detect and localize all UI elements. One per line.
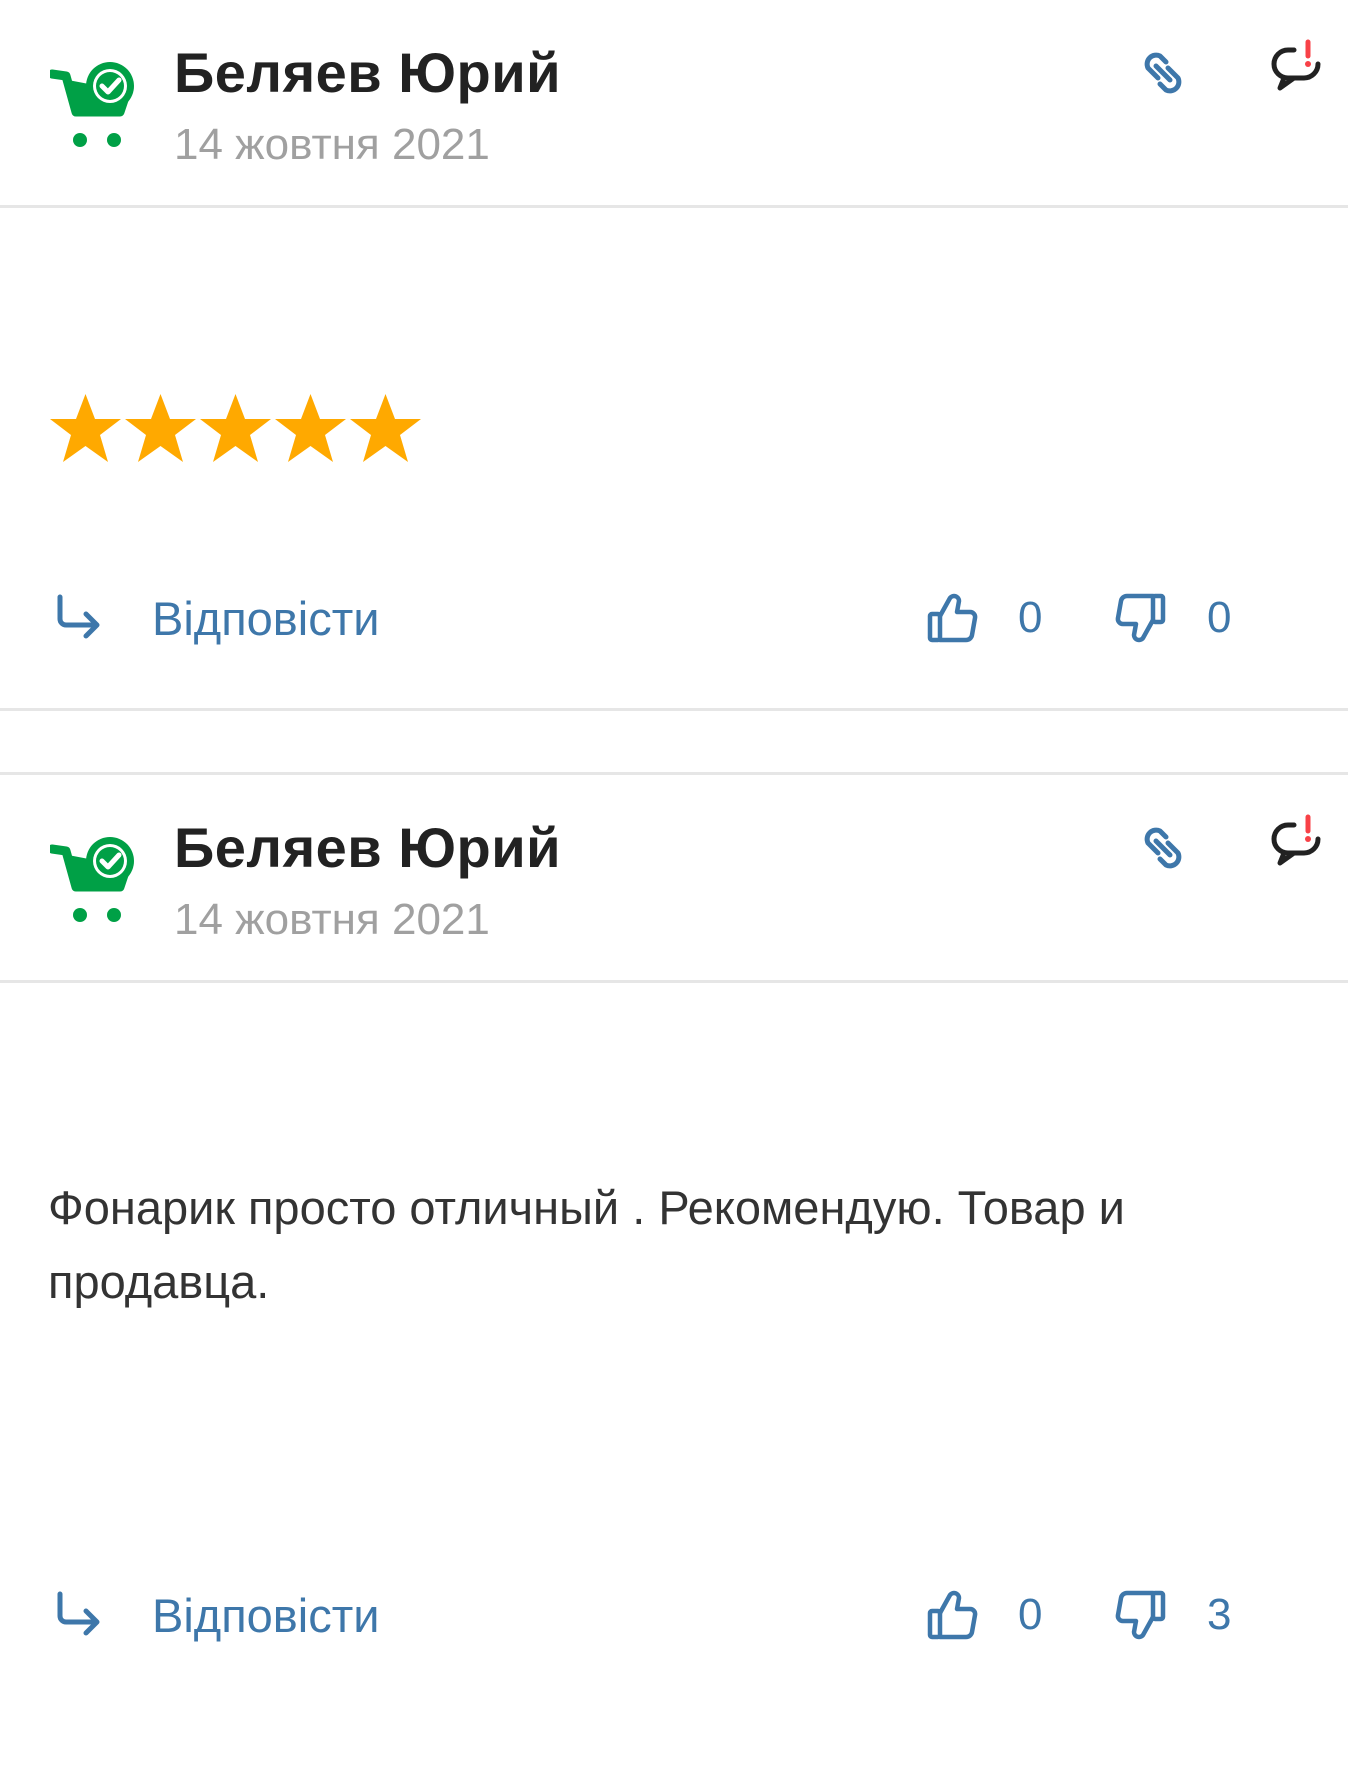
review-date: 14 жовтня 2021 [174,895,490,944]
thumbs-up-icon [927,1590,978,1640]
like-count: 0 [1018,593,1043,642]
verified-buyer-cart-icon [50,62,134,147]
review-author: Беляев Юрий [174,816,562,879]
star-icon [200,394,271,462]
divider [0,708,1348,711]
thumbs-down-icon [1115,1590,1166,1640]
thumbs-down-icon [1115,593,1166,643]
reply-button[interactable]: Відповісти [54,1575,380,1655]
link-icon[interactable] [1132,42,1194,104]
review-card: Беляев Юрий 14 жовтня 2021 Відповісти 0 … [0,0,1348,711]
dislike-count: 3 [1207,1590,1232,1639]
review-actions: Відповісти 0 3 [0,1575,1348,1655]
reply-arrow-icon [57,594,100,639]
thumbs-up-icon [927,593,978,643]
like-button[interactable]: 0 [926,1575,1042,1655]
verified-buyer-cart-icon [50,837,134,922]
rating-stars [48,392,423,468]
like-count: 0 [1018,1590,1043,1639]
dislike-count: 0 [1207,593,1232,642]
star-icon [350,394,421,462]
review-card: Беляев Юрий 14 жовтня 2021 Фонарик прост… [0,772,1348,1765]
star-icon [125,394,196,462]
reply-arrow-icon [57,1591,100,1636]
star-icon [275,394,346,462]
review-actions: Відповісти 0 0 [0,578,1348,658]
review-header: Беляев Юрий 14 жовтня 2021 [0,0,1348,208]
reply-label: Відповісти [152,591,380,645]
link-icon[interactable] [1132,817,1194,879]
review-date: 14 жовтня 2021 [174,120,490,169]
report-complaint-icon[interactable] [1270,38,1326,94]
dislike-button[interactable]: 3 [1115,1575,1231,1655]
reply-label: Відповісти [152,1588,380,1642]
review-header: Беляев Юрий 14 жовтня 2021 [0,775,1348,983]
report-complaint-icon[interactable] [1270,813,1326,869]
review-author: Беляев Юрий [174,41,562,104]
review-text: Фонарик просто отличный . Рекомендую. То… [48,1181,1125,1308]
reply-button[interactable]: Відповісти [54,578,380,658]
star-icon [50,394,121,462]
dislike-button[interactable]: 0 [1115,578,1231,658]
like-button[interactable]: 0 [926,578,1042,658]
